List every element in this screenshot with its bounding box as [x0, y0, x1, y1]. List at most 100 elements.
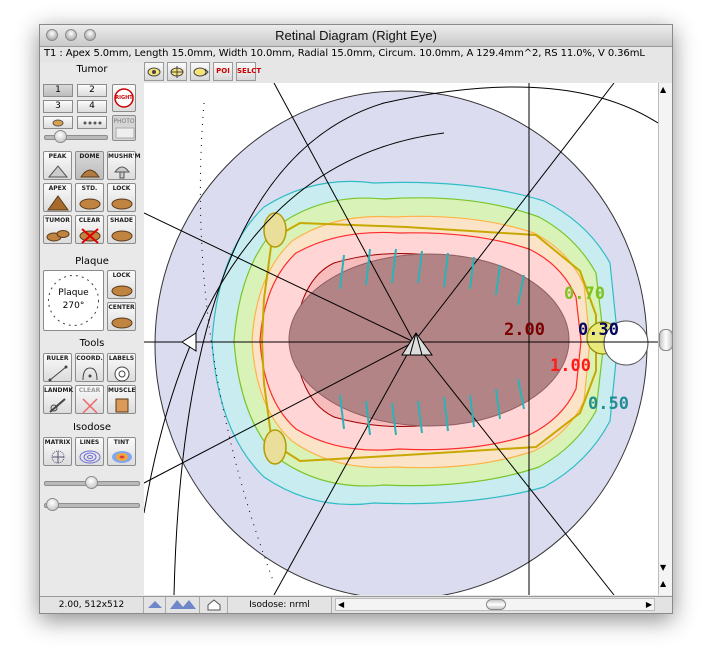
vertical-scroll-thumb[interactable]: [659, 329, 672, 351]
shade-icon: [111, 230, 133, 242]
isodose-mode[interactable]: Isodose: nrml: [228, 597, 332, 613]
plaque-center-label: CENTER: [108, 304, 135, 311]
select-label: SELCT: [237, 67, 262, 75]
tumor-icon: [46, 230, 70, 242]
plaque-center-icon: [111, 317, 133, 329]
multi-marker-button[interactable]: [77, 116, 107, 129]
peak-icon: [47, 165, 69, 178]
plaque-lock-button[interactable]: LOCK: [107, 270, 136, 299]
right-eye-button[interactable]: RIGHT: [112, 84, 136, 112]
plaque-rotation-dial[interactable]: Plaque 270°: [43, 270, 104, 331]
labels-icon: [114, 366, 130, 382]
left-tool-panel: Tumor 1 2 3 4 RIGHT PHOTO PEAK DOME MUSH…: [40, 63, 144, 599]
plaque-eyelet-top: [263, 212, 287, 248]
mushroom-label: MUSHR'M: [108, 153, 141, 160]
matrix-icon: [51, 450, 65, 464]
tumor-clear-button[interactable]: CLEAR: [75, 215, 104, 244]
retinal-diagram-canvas[interactable]: 0.70 2.00 0.30 1.00 0.50: [144, 83, 658, 595]
isodose-heading: Isodose: [72, 422, 112, 433]
standard-shape-button[interactable]: STD.: [75, 183, 104, 212]
isodose-tint-icon: [112, 451, 132, 463]
isodose-lines-button[interactable]: LINES: [75, 437, 104, 466]
scroll-right-arrow-icon[interactable]: ▶: [646, 599, 652, 610]
ruler-icon: [48, 365, 68, 382]
photo-button[interactable]: PHOTO: [112, 115, 136, 141]
lock-label: LOCK: [112, 185, 131, 192]
isodose-tint-button[interactable]: TINT: [107, 437, 136, 466]
photo-icon: [115, 127, 135, 139]
muscle-label: MUSCLE: [108, 387, 136, 394]
dome-icon: [80, 169, 100, 178]
shade-label: SHADE: [109, 217, 134, 224]
standard-label: STD.: [81, 185, 98, 192]
isodose-lines-icon: [79, 450, 101, 464]
tumor-info-line: T1 : Apex 5.0mm, Length 15.0mm, Width 10…: [44, 48, 645, 59]
isodose-slider-1-knob[interactable]: [85, 476, 98, 489]
horizontal-scroll-thumb[interactable]: [486, 599, 506, 610]
peak-label: PEAK: [48, 153, 67, 160]
labels-button[interactable]: LABELS: [107, 353, 136, 382]
vertical-scrollbar[interactable]: ▲ ▼ ▲: [658, 83, 672, 595]
mushroom-icon: [114, 166, 130, 179]
apex-icon: [47, 195, 69, 211]
select-tool-button[interactable]: SELCT: [236, 62, 261, 81]
scroll-down-arrow-icon[interactable]: ▼: [660, 563, 666, 572]
mushroom-shape-button[interactable]: MUSHR'M: [107, 151, 141, 180]
coordinates-label: COORD.: [76, 355, 103, 362]
tumor-1-button[interactable]: 1: [43, 84, 73, 97]
isodose-slider-2-knob[interactable]: [46, 498, 59, 511]
poi-tool-button[interactable]: POI: [213, 62, 233, 81]
tools-clear-button[interactable]: CLEAR: [75, 385, 104, 414]
lines-label: LINES: [79, 439, 100, 446]
photo-label: PHOTO: [113, 118, 135, 125]
isodose-label-2-00: 2.00: [504, 320, 545, 340]
tumor-2-button[interactable]: 2: [77, 84, 107, 97]
landmark-button[interactable]: LANDMK: [43, 385, 73, 414]
landmark-icon: [49, 398, 66, 413]
eye-rotate-tool-button[interactable]: [144, 62, 164, 81]
isodose-label-0-70: 0.70: [564, 284, 605, 304]
tint-label: TINT: [113, 439, 130, 446]
eye-view-tool-button[interactable]: [190, 62, 210, 81]
tumor-base[interactable]: [288, 253, 570, 427]
apex-shape-button[interactable]: APEX: [43, 183, 72, 212]
isodose-label-0-50: 0.50: [588, 394, 629, 414]
tumor-add-button[interactable]: TUMOR: [43, 215, 72, 244]
zoom-in-button[interactable]: [166, 597, 200, 613]
multi-marker-icon: [83, 121, 102, 125]
home-button[interactable]: [200, 597, 228, 613]
eye-view-icon: [193, 67, 209, 77]
ruler-label: RULER: [46, 355, 69, 362]
single-marker-button[interactable]: [43, 116, 73, 129]
scroll-left-arrow-icon[interactable]: ◀: [338, 599, 344, 610]
tumor-4-button[interactable]: 4: [77, 100, 107, 113]
eye-move-icon: [170, 66, 184, 78]
labels-label: LABELS: [108, 355, 135, 362]
mountain-small-icon: [147, 601, 162, 608]
muscle-button[interactable]: MUSCLE: [107, 385, 136, 414]
plaque-heading: Plaque: [75, 256, 109, 267]
isodose-matrix-button[interactable]: MATRIX: [43, 437, 72, 466]
zoom-out-button[interactable]: [144, 597, 166, 613]
ruler-button[interactable]: RULER: [43, 353, 72, 382]
eye-rotate-icon: [147, 67, 161, 77]
coordinates-button[interactable]: COORD.: [75, 353, 104, 382]
lock-shape-icon: [111, 198, 133, 210]
scroll-up-arrow-icon[interactable]: ▲: [660, 85, 666, 94]
tumor-3-button[interactable]: 3: [43, 100, 73, 113]
apex-label: APEX: [48, 185, 67, 192]
shade-button[interactable]: SHADE: [107, 215, 136, 244]
peak-shape-button[interactable]: PEAK: [43, 151, 72, 180]
tumor-clear-label: CLEAR: [78, 217, 101, 224]
plaque-center-button[interactable]: CENTER: [107, 302, 136, 331]
dome-shape-button[interactable]: DOME: [75, 151, 104, 180]
tools-clear-label: CLEAR: [78, 387, 101, 394]
horizontal-scrollbar[interactable]: ◀ ▶: [335, 598, 655, 611]
lock-shape-button[interactable]: LOCK: [107, 183, 136, 212]
title-bar[interactable]: Retinal Diagram (Right Eye): [40, 25, 672, 47]
mountain-large-icon: [169, 600, 196, 609]
eye-move-tool-button[interactable]: [167, 62, 187, 81]
tumor-slider-knob[interactable]: [54, 130, 67, 143]
scroll-down-arrow-2-icon[interactable]: ▲: [660, 579, 666, 588]
retina-map[interactable]: 0.70 2.00 0.30 1.00 0.50: [144, 83, 658, 595]
